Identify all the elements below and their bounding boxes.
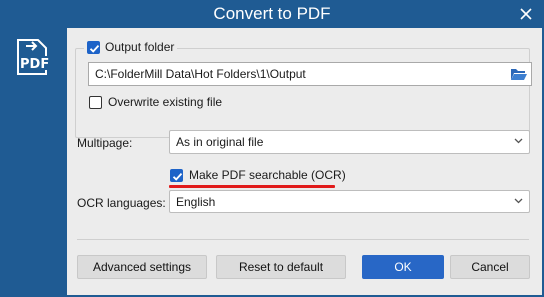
ocr-label: Make PDF searchable (OCR) <box>189 168 346 182</box>
output-folder-checkbox[interactable]: Output folder <box>84 40 178 54</box>
multipage-select[interactable]: As in original file <box>169 130 530 154</box>
checkmark-icon <box>89 44 100 53</box>
output-folder-label: Output folder <box>105 40 175 54</box>
cancel-button[interactable]: Cancel <box>450 255 530 279</box>
window-title: Convert to PDF <box>213 4 331 23</box>
multipage-label: Multipage: <box>77 136 133 150</box>
ocr-checkbox[interactable]: Make PDF searchable (OCR) <box>170 168 346 182</box>
svg-text:PDF: PDF <box>20 57 49 72</box>
settings-panel: Output folder C:\FolderMill Data\Hot Fol… <box>67 28 542 295</box>
divider <box>77 239 529 240</box>
reset-to-default-button[interactable]: Reset to default <box>216 255 346 279</box>
ok-button[interactable]: OK <box>362 255 444 279</box>
multipage-value: As in original file <box>176 135 264 149</box>
pdf-convert-icon: PDF <box>12 36 54 78</box>
advanced-settings-button[interactable]: Advanced settings <box>77 255 207 279</box>
ocr-languages-value: English <box>176 194 216 209</box>
overwrite-label: Overwrite existing file <box>108 95 223 109</box>
ocr-highlight-underline <box>169 185 335 188</box>
convert-to-pdf-dialog: Convert to PDF PDF Output folder C:\Fold… <box>0 0 544 297</box>
checkbox-checked[interactable] <box>87 40 100 54</box>
chevron-down-icon <box>514 198 523 204</box>
output-path-field[interactable]: C:\FolderMill Data\Hot Folders\1\Output <box>88 62 532 86</box>
close-icon[interactable] <box>516 4 536 24</box>
ocr-languages-label: OCR languages: <box>77 196 166 210</box>
chevron-down-icon <box>514 138 523 144</box>
ocr-languages-select[interactable]: English <box>169 190 530 213</box>
checkbox-unchecked[interactable] <box>89 95 102 109</box>
folder-open-icon[interactable] <box>510 66 528 82</box>
checkbox-checked[interactable] <box>170 168 183 182</box>
overwrite-checkbox[interactable]: Overwrite existing file <box>89 95 222 109</box>
checkmark-icon <box>172 172 183 181</box>
output-path-value: C:\FolderMill Data\Hot Folders\1\Output <box>95 67 306 81</box>
